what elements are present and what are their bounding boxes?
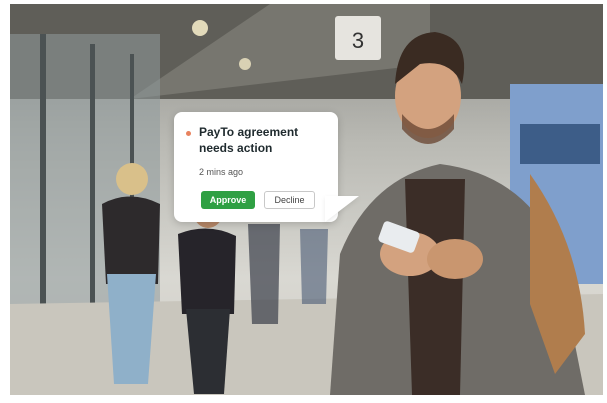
sweater — [405, 179, 465, 395]
approve-button[interactable]: Approve — [201, 191, 255, 209]
notification-time: 2 mins ago — [199, 167, 244, 177]
unread-dot-icon — [186, 131, 191, 136]
notification-title: PayTo agreement needs action — [199, 125, 299, 155]
decline-button[interactable]: Decline — [264, 191, 315, 209]
hand-right — [427, 239, 483, 279]
platform-number: 3 — [352, 28, 364, 53]
notification-tail — [325, 196, 359, 222]
